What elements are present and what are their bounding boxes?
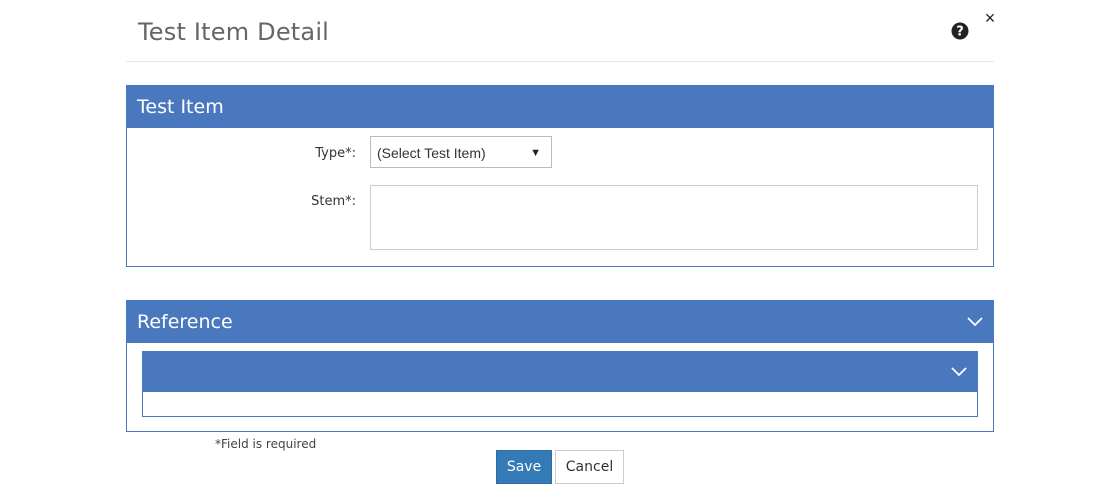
- modal-title: Test Item Detail: [138, 18, 330, 46]
- save-button[interactable]: Save: [496, 450, 552, 484]
- stem-textarea[interactable]: [370, 185, 978, 250]
- svg-text:?: ?: [956, 25, 964, 40]
- reference-panel: Reference: [126, 300, 994, 432]
- reference-panel-title: Reference: [137, 311, 233, 333]
- question-circle-icon[interactable]: ?: [951, 22, 969, 40]
- type-select[interactable]: (Select Test Item) ▼: [370, 136, 552, 168]
- dropdown-arrow-icon: ▼: [530, 147, 541, 159]
- reference-inner-panel: [142, 351, 978, 417]
- reference-panel-header[interactable]: Reference: [127, 301, 993, 343]
- test-item-panel-header: Test Item: [127, 86, 993, 128]
- chevron-down-icon[interactable]: [967, 317, 983, 327]
- stem-label: Stem*:: [311, 194, 356, 209]
- test-item-panel: Test Item Type*: (Select Test Item) ▼ St…: [126, 85, 994, 267]
- type-label: Type*:: [315, 146, 356, 161]
- required-field-note: *Field is required: [215, 437, 317, 451]
- type-select-value: (Select Test Item): [377, 145, 486, 161]
- reference-inner-header[interactable]: [143, 352, 977, 392]
- chevron-down-icon[interactable]: [951, 367, 967, 377]
- close-icon[interactable]: ×: [983, 9, 997, 27]
- test-item-panel-title: Test Item: [137, 96, 224, 118]
- cancel-button[interactable]: Cancel: [555, 450, 624, 484]
- title-divider: [126, 61, 994, 62]
